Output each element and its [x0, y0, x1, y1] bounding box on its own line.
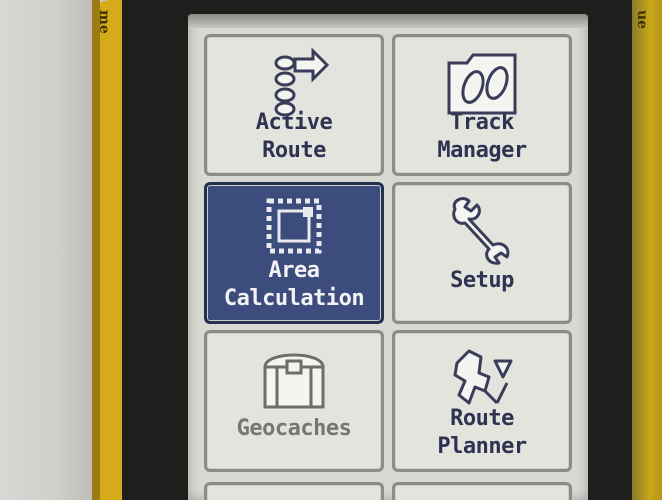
lcd-screen: Active Route Track Manager Area Calculat…: [188, 14, 588, 500]
photo-background: [0, 0, 100, 500]
tile-label: Area Calculation: [223, 258, 365, 311]
route-arrow-icon: [274, 47, 330, 117]
tile-label: Active Route: [255, 110, 333, 163]
menu-tile-setup[interactable]: Setup: [392, 182, 572, 324]
menu-tile-active-route[interactable]: Active Route: [204, 34, 384, 176]
dotted-square-icon: [266, 198, 322, 254]
menu-tile-partial[interactable]: [392, 482, 572, 500]
wrench-icon: [452, 197, 510, 265]
tile-label: Track Manager: [437, 110, 527, 163]
brand-text-right: ue: [634, 10, 650, 30]
menu-tile-partial[interactable]: [204, 482, 384, 500]
treasure-chest-icon: [263, 353, 325, 409]
main-menu-grid: Active Route Track Manager Area Calculat…: [204, 34, 574, 472]
tile-label: Geocaches: [236, 416, 352, 441]
menu-tile-track-manager[interactable]: Track Manager: [392, 34, 572, 176]
footprints-folder-icon: [447, 53, 517, 115]
map-route-icon: [453, 349, 513, 405]
menu-tile-area-calculation[interactable]: Area Calculation: [204, 182, 384, 324]
menu-tile-route-planner[interactable]: Route Planner: [392, 330, 572, 472]
next-row-partial: [204, 482, 574, 500]
screen-top-bezel: [188, 14, 588, 28]
menu-tile-geocaches[interactable]: Geocaches: [204, 330, 384, 472]
tile-label: Route Planner: [437, 406, 527, 459]
device-side-edge: [632, 0, 662, 500]
tile-label: Setup: [450, 268, 514, 293]
brand-text-left: me: [96, 10, 112, 34]
